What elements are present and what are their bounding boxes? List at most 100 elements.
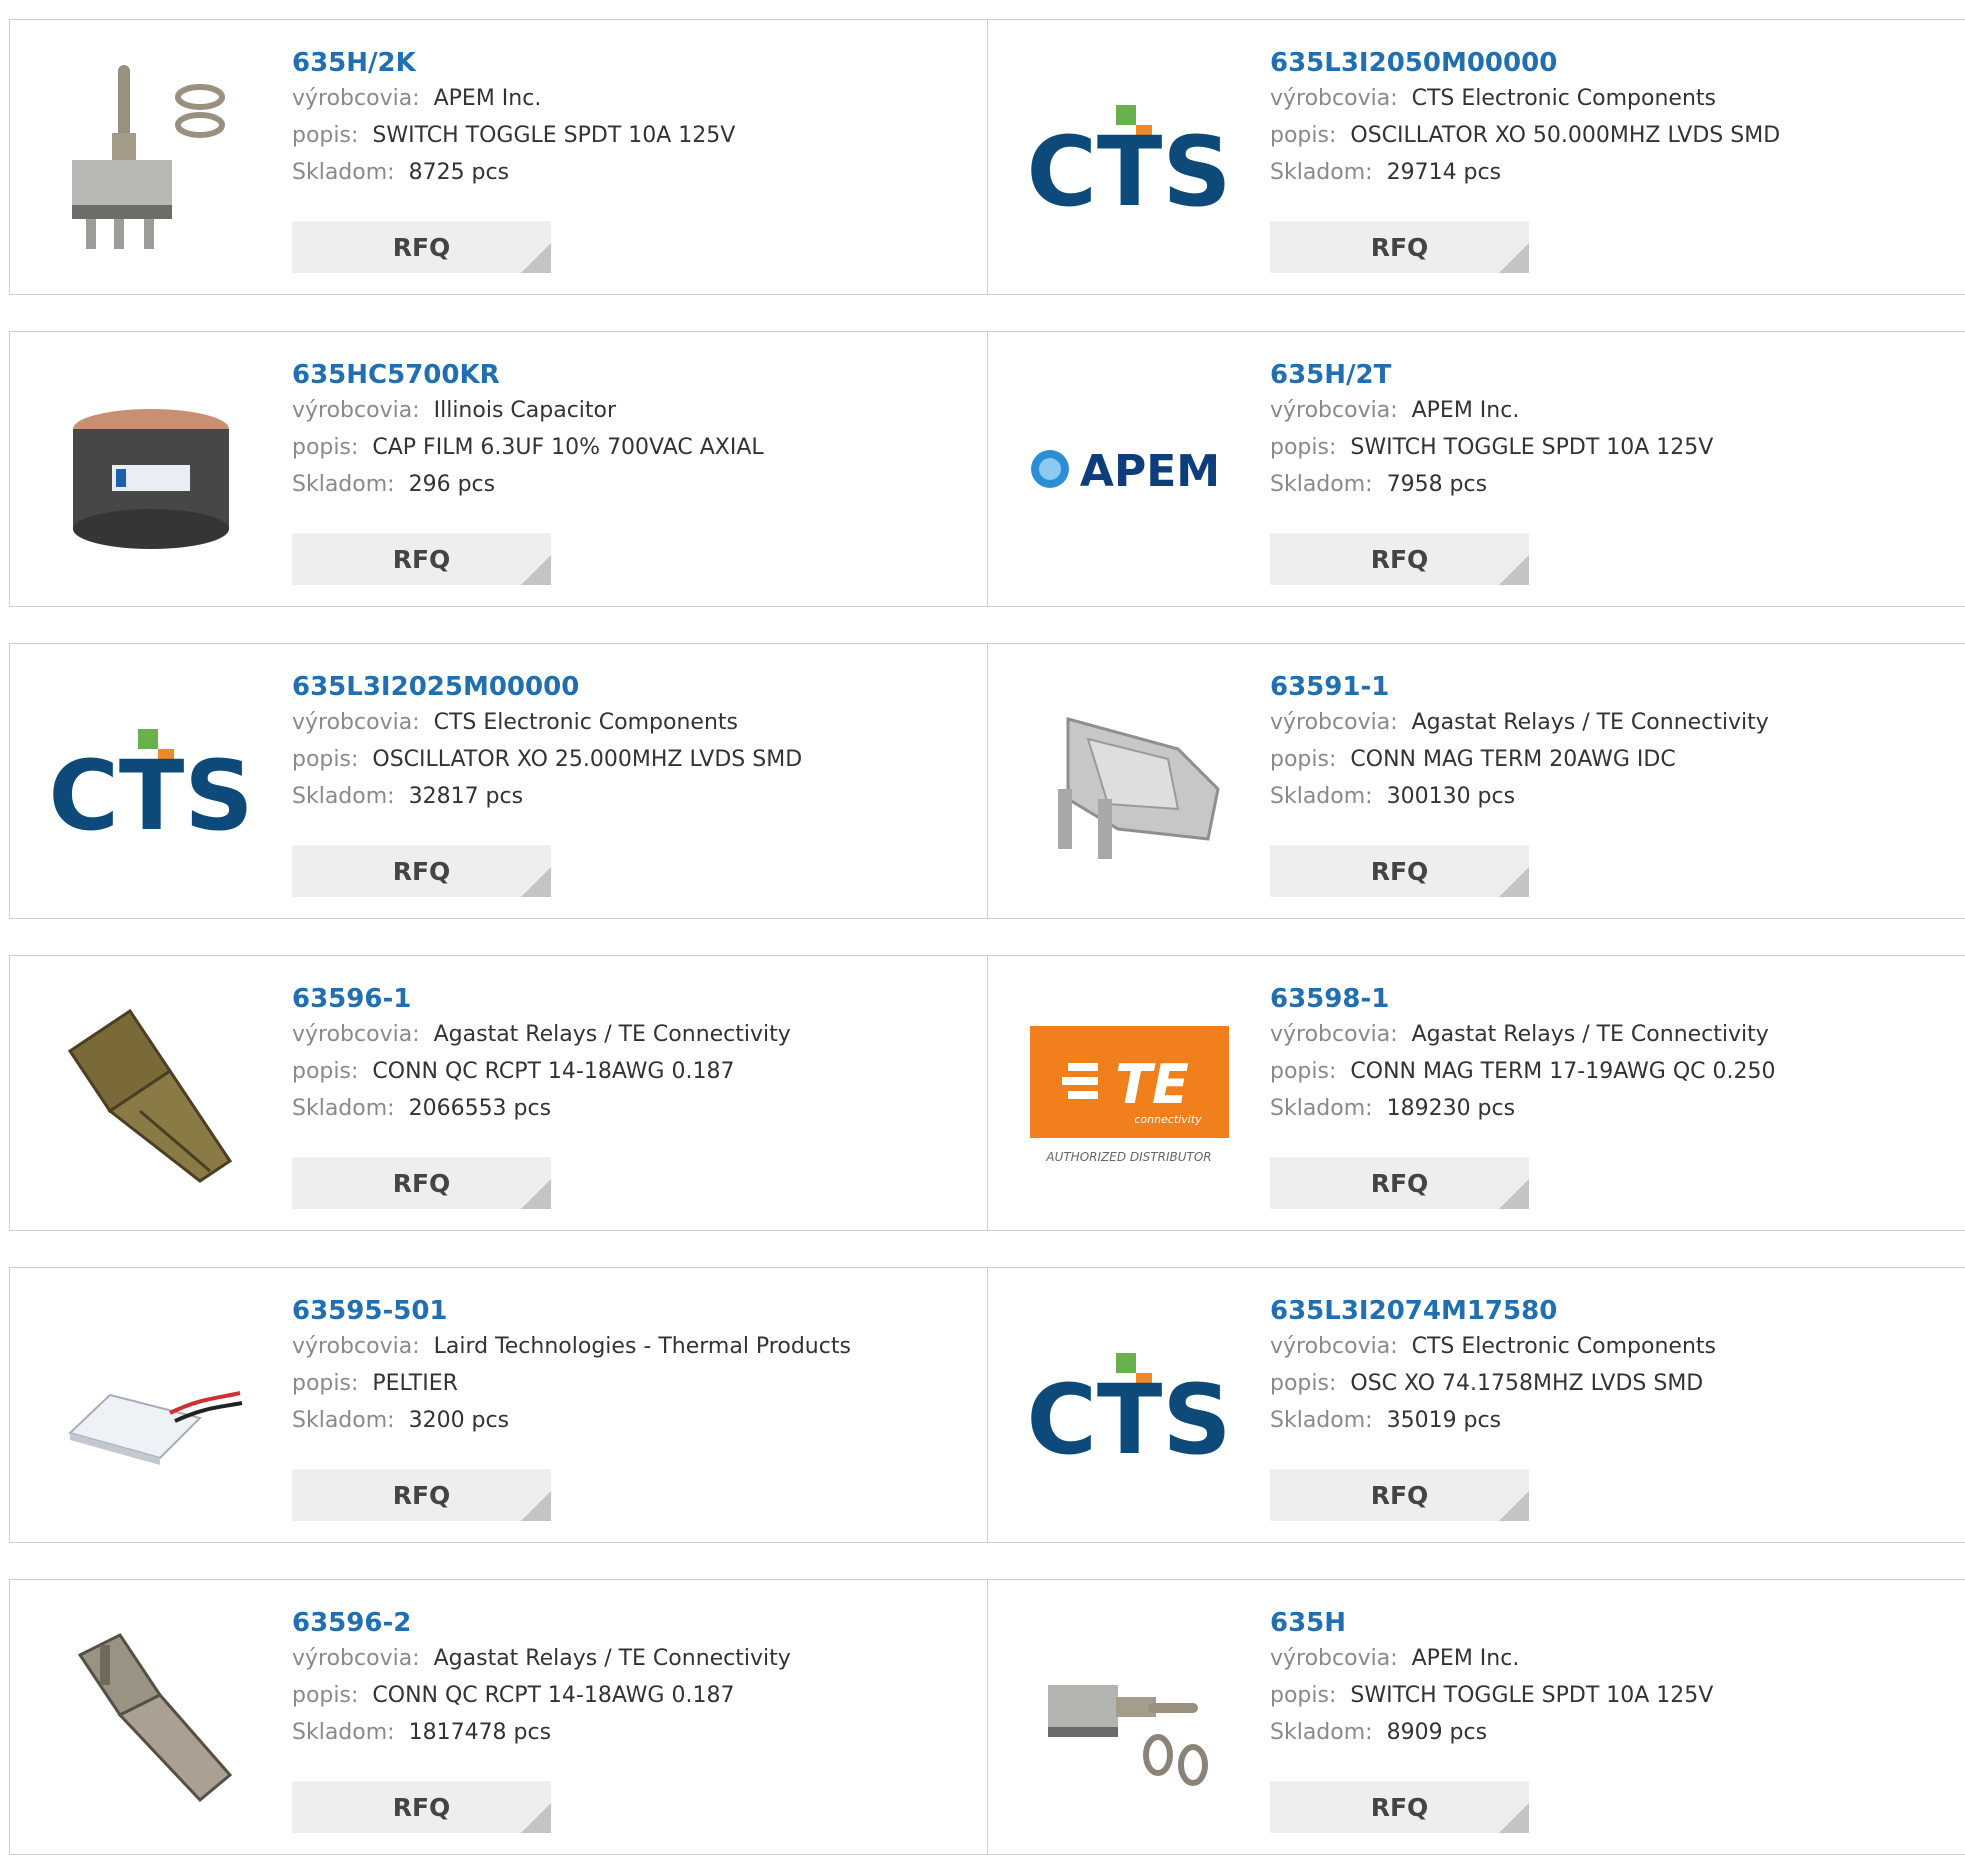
stock-value: 3200 pcs xyxy=(408,1408,510,1433)
rfq-label: RFQ xyxy=(1370,1169,1429,1198)
manufacturer-value: CTS Electronic Components xyxy=(1411,86,1716,111)
product-card: 63596-1 výrobcovia: Agastat Relays / TE C… xyxy=(9,955,990,1231)
product-card: 635H/2K výrobcovia: APEM Inc. popis: SWITC… xyxy=(9,19,990,295)
stock-label: Skladom: xyxy=(1270,784,1373,809)
description-label: popis: xyxy=(1270,1683,1337,1708)
description-value: CONN MAG TERM 17-19AWG QC 0.250 xyxy=(1350,1059,1776,1084)
description-value: SWITCH TOGGLE SPDT 10A 125V xyxy=(1350,1683,1714,1708)
product-image[interactable] xyxy=(50,991,253,1194)
corner-decoration xyxy=(1499,1179,1529,1209)
description-value: OSC XO 74.1758MHZ LVDS SMD xyxy=(1350,1371,1704,1396)
rfq-label: RFQ xyxy=(1370,233,1429,262)
rfq-button[interactable]: RFQ xyxy=(292,533,551,585)
product-image[interactable]: APEM xyxy=(1028,367,1231,570)
product-image[interactable] xyxy=(50,1615,253,1818)
description-label: popis: xyxy=(292,1059,359,1084)
description-label: popis: xyxy=(292,1683,359,1708)
cts-logo-text: CTS xyxy=(1028,1364,1231,1476)
stock-value: 35019 pcs xyxy=(1386,1408,1502,1433)
manufacturer-value: APEM Inc. xyxy=(433,86,542,111)
stock-value: 8909 pcs xyxy=(1386,1720,1488,1745)
rfq-button[interactable]: RFQ xyxy=(292,1781,551,1833)
part-number-link[interactable]: 635H/2T xyxy=(1270,358,1957,392)
rfq-label: RFQ xyxy=(392,1481,451,1510)
manufacturer-value: APEM Inc. xyxy=(1411,1646,1520,1671)
stock-value: 32817 pcs xyxy=(408,784,524,809)
cts-logo-icon: CTS xyxy=(1028,1353,1231,1476)
corner-decoration xyxy=(1499,243,1529,273)
rfq-button[interactable]: RFQ xyxy=(1270,533,1529,585)
part-number-link[interactable]: 635H xyxy=(1270,1606,1957,1640)
peltier-module-image xyxy=(68,1391,243,1465)
manufacturer-label: výrobcovia: xyxy=(292,710,420,735)
product-card: 63595-501 výrobcovia: Laird Technologies … xyxy=(9,1267,990,1543)
te-logo-subtext: connectivity xyxy=(1134,1113,1202,1126)
part-number-link[interactable]: 63596-1 xyxy=(292,982,979,1016)
manufacturer-label: výrobcovia: xyxy=(292,1334,420,1359)
product-image[interactable]: TE connectivity AUTHORIZED DISTRIBUTOR xyxy=(1028,991,1231,1194)
product-image[interactable] xyxy=(1028,679,1231,882)
manufacturer-label: výrobcovia: xyxy=(292,398,420,423)
product-image[interactable] xyxy=(1028,1615,1231,1818)
product-image[interactable] xyxy=(50,367,253,570)
part-number-link[interactable]: 63595-501 xyxy=(292,1294,979,1328)
product-image[interactable]: CTS xyxy=(1028,1303,1231,1506)
rfq-label: RFQ xyxy=(1370,545,1429,574)
manufacturer-value: Agastat Relays / TE Connectivity xyxy=(1411,710,1769,735)
rfq-button[interactable]: RFQ xyxy=(1270,1469,1529,1521)
product-image[interactable]: CTS xyxy=(50,679,253,882)
description-label: popis: xyxy=(292,1371,359,1396)
idc-terminal-image xyxy=(1058,717,1220,859)
description-label: popis: xyxy=(1270,123,1337,148)
crimp-terminal-image xyxy=(77,1633,233,1803)
product-image[interactable]: CTS xyxy=(1028,55,1231,258)
product-image[interactable] xyxy=(50,55,253,258)
corner-decoration xyxy=(521,867,551,897)
te-logo-text: TE xyxy=(1115,1053,1189,1116)
part-number-link[interactable]: 63596-2 xyxy=(292,1606,979,1640)
rfq-button[interactable]: RFQ xyxy=(1270,221,1529,273)
rfq-button[interactable]: RFQ xyxy=(1270,1157,1529,1209)
manufacturer-label: výrobcovia: xyxy=(1270,398,1398,423)
rfq-button[interactable]: RFQ xyxy=(1270,1781,1529,1833)
product-image[interactable] xyxy=(50,1303,253,1506)
stock-label: Skladom: xyxy=(292,1096,395,1121)
product-card: CTS 635L3I2074M17580 výrobcovia: CTS Elec… xyxy=(987,1267,1965,1543)
rfq-button[interactable]: RFQ xyxy=(292,845,551,897)
corner-decoration xyxy=(521,1803,551,1833)
corner-decoration xyxy=(1499,1803,1529,1833)
description-label: popis: xyxy=(292,435,359,460)
description-label: popis: xyxy=(1270,1371,1337,1396)
rfq-button[interactable]: RFQ xyxy=(292,221,551,273)
part-number-link[interactable]: 635L3I2074M17580 xyxy=(1270,1294,1957,1328)
part-number-link[interactable]: 635H/2K xyxy=(292,46,979,80)
part-number-link[interactable]: 635L3I2050M00000 xyxy=(1270,46,1957,80)
cts-logo-text: CTS xyxy=(50,740,253,852)
manufacturer-label: výrobcovia: xyxy=(292,1022,420,1047)
manufacturer-label: výrobcovia: xyxy=(1270,86,1398,111)
stock-label: Skladom: xyxy=(292,1720,395,1745)
description-label: popis: xyxy=(292,747,359,772)
stock-label: Skladom: xyxy=(1270,160,1373,185)
part-number-link[interactable]: 635HC5700KR xyxy=(292,358,979,392)
description-value: CAP FILM 6.3UF 10% 700VAC AXIAL xyxy=(372,435,764,460)
description-label: popis: xyxy=(1270,435,1337,460)
description-label: popis: xyxy=(1270,1059,1337,1084)
rfq-label: RFQ xyxy=(1370,1793,1429,1822)
description-value: OSCILLATOR XO 25.000MHZ LVDS SMD xyxy=(372,747,803,772)
manufacturer-value: Agastat Relays / TE Connectivity xyxy=(433,1022,791,1047)
corner-decoration xyxy=(521,555,551,585)
description-value: CONN MAG TERM 20AWG IDC xyxy=(1350,747,1676,772)
rfq-button[interactable]: RFQ xyxy=(1270,845,1529,897)
manufacturer-label: výrobcovia: xyxy=(292,1646,420,1671)
rfq-button[interactable]: RFQ xyxy=(292,1469,551,1521)
part-number-link[interactable]: 63598-1 xyxy=(1270,982,1957,1016)
corner-decoration xyxy=(521,243,551,273)
part-number-link[interactable]: 635L3I2025M00000 xyxy=(292,670,979,704)
product-grid: 635H/2K výrobcovia: APEM Inc. popis: SWITC… xyxy=(0,0,1965,1855)
rfq-button[interactable]: RFQ xyxy=(292,1157,551,1209)
toggle-switch-image xyxy=(72,65,225,249)
stock-label: Skladom: xyxy=(1270,1720,1373,1745)
cts-logo-text: CTS xyxy=(1028,116,1231,228)
part-number-link[interactable]: 63591-1 xyxy=(1270,670,1957,704)
